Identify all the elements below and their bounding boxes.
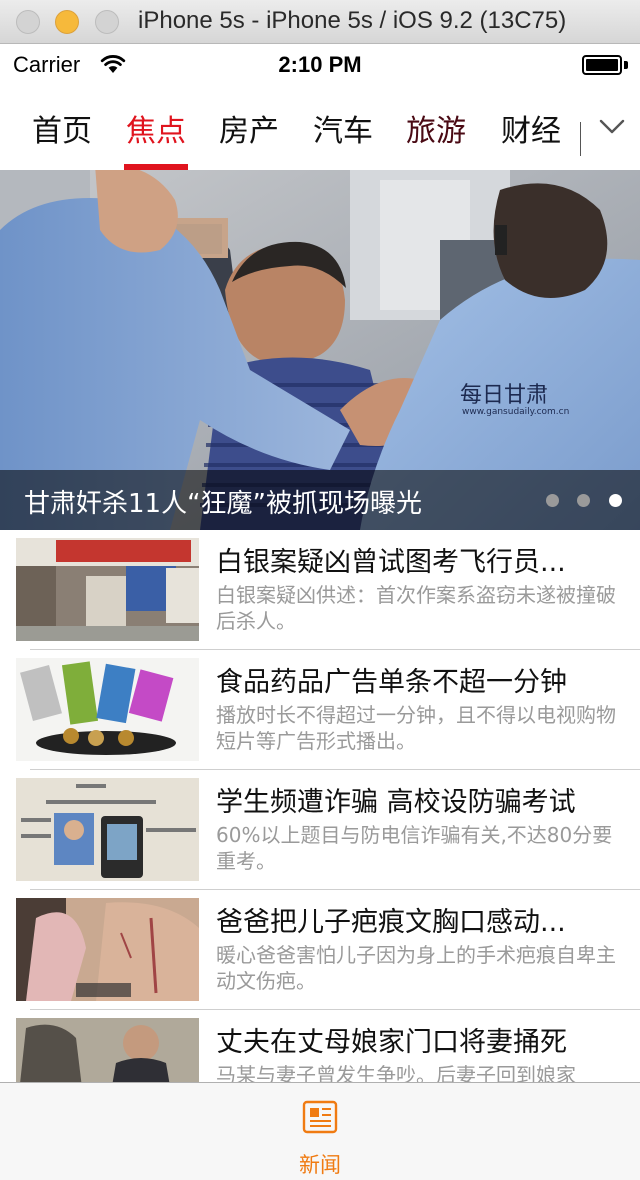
news-summary: 播放时长不得超过一分钟，且不得以电视购物短片等广告形式播出。 [216,703,616,753]
list-item[interactable]: 丈夫在丈母娘家门口将妻捅死 马某与妻子曾发生争吵。后妻子回到娘家 [0,1010,640,1082]
news-thumbnail [16,658,199,761]
status-bar: Carrier 2:10 PM [0,44,640,84]
battery-icon [582,55,628,75]
tab-news-label[interactable]: 新闻 [0,1149,640,1179]
window-title: iPhone 5s - iPhone 5s / iOS 9.2 (13C75) [138,7,567,34]
simulator-title-bar: iPhone 5s - iPhone 5s / iOS 9.2 (13C75) [0,0,640,44]
list-item[interactable]: 学生频遭诈骗 高校设防骗考试 60%以上题目与防电信诈骗有关,不达80分要重考。 [0,770,640,890]
headline-banner[interactable]: 每日甘肃 www.gansudaily.com.cn 甘肃奸杀11人“狂魔”被抓… [0,170,640,530]
news-thumbnail [16,778,199,881]
page-dot-3[interactable] [609,494,622,507]
tab-finance[interactable]: 财经 [493,106,569,150]
news-summary: 白银案疑凶供述：首次作案系盗窃未遂被撞破后杀人。 [216,583,616,633]
news-summary: 60%以上题目与防电信诈骗有关,不达80分要重考。 [216,823,613,873]
news-title: 学生频遭诈骗 高校设防骗考试 [216,787,576,818]
news-thumbnail [16,538,199,641]
channel-tab-bar: 首页 焦点 房产 汽车 旅游 财经 [0,84,640,170]
window-close-button[interactable] [16,10,40,34]
tab-focus[interactable]: 焦点 [118,106,194,150]
banner-watermark-url: www.gansudaily.com.cn [462,407,569,417]
banner-caption: 甘肃奸杀11人“狂魔”被抓现场曝光 [24,489,423,519]
window-zoom-button[interactable] [95,10,119,34]
bottom-tab-bar: 新闻 [0,1082,640,1180]
list-item[interactable]: 爸爸把儿子疤痕文胸口感动... 暖心爸爸害怕儿子因为身上的手术疤痕自卑主动文伤疤… [0,890,640,1010]
news-list: 白银案疑凶曾试图考飞行员... 白银案疑凶供述：首次作案系盗窃未遂被撞破后杀人。… [0,530,640,1082]
news-summary: 暖心爸爸害怕儿子因为身上的手术疤痕自卑主动文伤疤。 [216,943,616,993]
news-summary: 马某与妻子曾发生争吵。后妻子回到娘家 [216,1063,576,1082]
tab-divider [580,122,581,156]
news-title: 爸爸把儿子疤痕文胸口感动... [216,907,566,938]
window-minimize-button[interactable] [55,10,79,34]
status-time: 2:10 PM [278,52,362,77]
banner-caption-bar: 甘肃奸杀11人“狂魔”被抓现场曝光 [0,470,640,530]
news-thumbnail [16,1018,199,1082]
news-title: 丈夫在丈母娘家门口将妻捅死 [216,1027,567,1058]
tab-real-estate[interactable]: 房产 [211,106,287,150]
chevron-down-icon[interactable] [598,106,626,146]
tab-auto[interactable]: 汽车 [305,106,381,150]
list-item[interactable]: 食品药品广告单条不超一分钟 播放时长不得超过一分钟，且不得以电视购物短片等广告形… [0,650,640,770]
news-title: 白银案疑凶曾试图考飞行员... [216,547,566,578]
page-dot-1[interactable] [546,494,559,507]
newspaper-icon[interactable] [302,1099,338,1135]
tab-travel[interactable]: 旅游 [398,106,474,150]
page-dot-2[interactable] [577,494,590,507]
tab-home[interactable]: 首页 [24,106,100,150]
list-item[interactable]: 白银案疑凶曾试图考飞行员... 白银案疑凶供述：首次作案系盗窃未遂被撞破后杀人。 [0,530,640,650]
news-thumbnail [16,898,199,1001]
banner-watermark: 每日甘肃 [460,383,548,408]
battery-level [586,59,618,71]
news-title: 食品药品广告单条不超一分钟 [216,667,567,698]
